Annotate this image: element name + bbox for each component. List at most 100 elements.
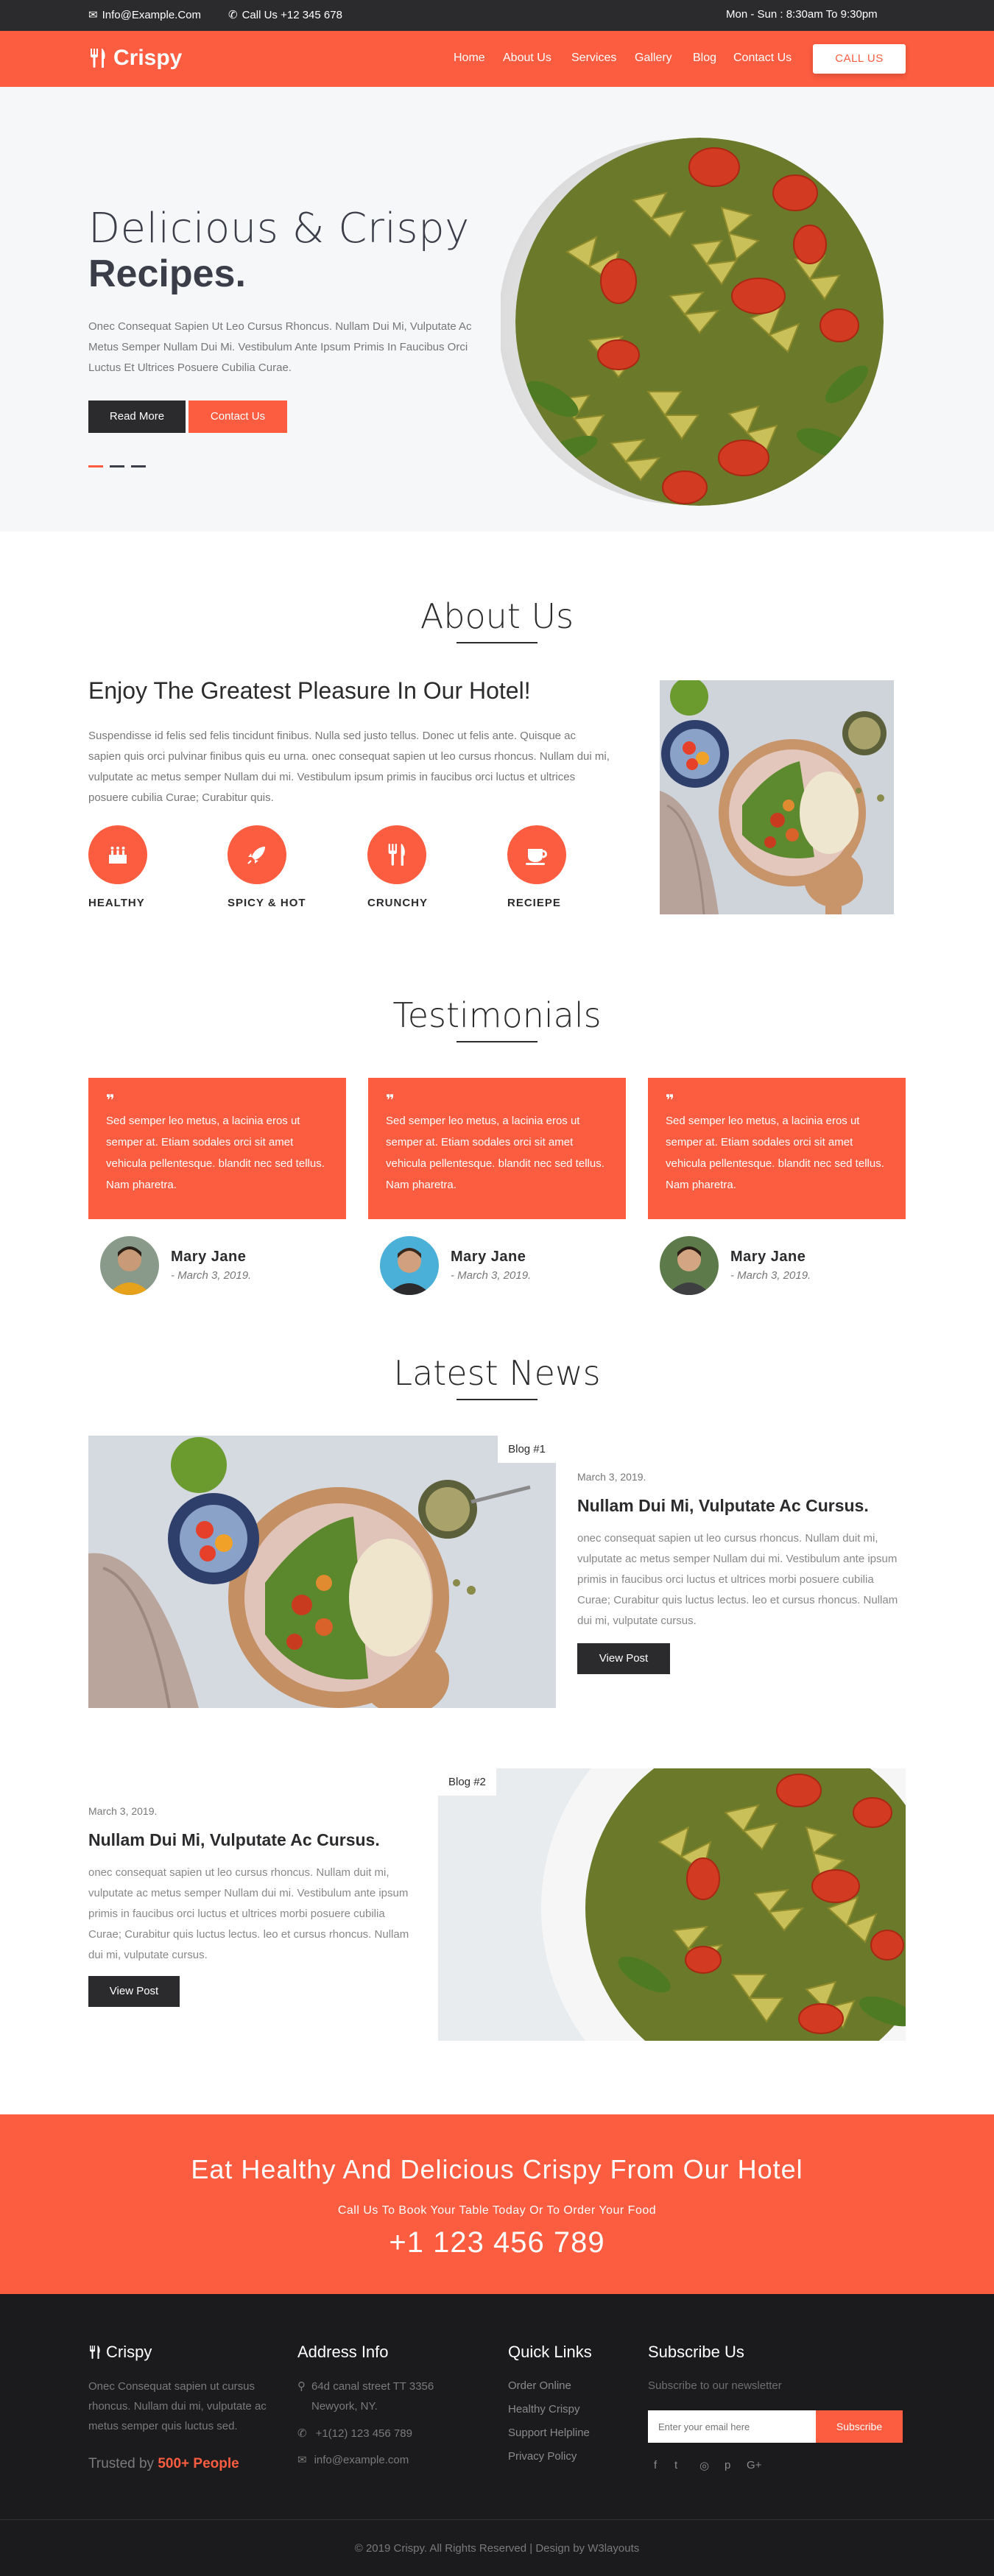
post-date: March 3, 2019. <box>88 1805 158 1817</box>
hero-title: Delicious & Crispy <box>88 205 470 253</box>
topbar-hours-text: Mon - Sun : 8:30am To 9:30pm <box>726 8 878 21</box>
post-title[interactable]: Nullam Dui Mi, Vulputate Ac Cursus. <box>577 1496 869 1516</box>
dribbble-icon[interactable]: ◎ <box>699 2459 709 2472</box>
nav-services[interactable]: Services <box>571 52 616 65</box>
topbar-phone[interactable]: ✆ Call Us +12 345 678 <box>228 8 342 22</box>
blog-post-image[interactable]: Blog #2 <box>438 1768 906 2041</box>
hero-title-bold: Recipes. <box>88 253 246 295</box>
testimonial-card: ❞ Sed semper leo metus, a lacinia eros u… <box>368 1078 626 1219</box>
cta-subtitle: Call Us To Book Your Table Today Or To O… <box>337 2204 657 2217</box>
topbar-phone-text: Call Us +12 345 678 <box>242 8 342 21</box>
topbar-hours: Mon - Sun : 8:30am To 9:30pm <box>726 8 878 21</box>
facebook-icon[interactable]: f <box>654 2459 657 2471</box>
testimonials-title-underline <box>457 1041 537 1042</box>
blog-post-image[interactable]: Blog #1 <box>88 1436 556 1708</box>
slider-dot[interactable] <box>110 465 124 467</box>
address-item: ⚲ 64d canal street TT 3356 Newyork, NY. <box>297 2376 474 2416</box>
address-text: 64d canal street TT 3356 Newyork, NY. <box>311 2380 434 2413</box>
hero-contact-button[interactable]: Contact Us <box>188 400 287 433</box>
phone-icon: ✆ <box>297 2427 307 2440</box>
testimonial-name: Mary Jane <box>451 1249 526 1265</box>
copyright-text: © 2019 Crispy. All Rights Reserved | Des… <box>354 2542 640 2555</box>
about-description: Suspendisse id felis sed felis tincidunt… <box>88 730 610 804</box>
testimonial-card: ❞ Sed semper leo metus, a lacinia eros u… <box>88 1078 346 1219</box>
slider-dot-active[interactable] <box>88 465 103 467</box>
post-date: March 3, 2019. <box>577 1471 646 1483</box>
envelope-icon: ✉ <box>88 9 98 21</box>
footer-logo[interactable]: Crispy <box>88 2343 152 2362</box>
feature-spicy-label: SPICY & HOT <box>228 897 306 909</box>
nav-gallery[interactable]: Gallery <box>635 52 672 65</box>
quote-icon: ❞ <box>106 1093 115 1109</box>
about-title-underline <box>457 642 537 643</box>
newsletter-email-input[interactable] <box>648 2410 816 2443</box>
testimonial-date: - March 3, 2019. <box>451 1269 532 1282</box>
about-subtitle: Enjoy The Greatest Pleasure In Our Hotel… <box>88 677 531 704</box>
envelope-icon: ✉ <box>297 2454 307 2466</box>
main-navigation: Crispy Home About Us Services Gallery Bl… <box>0 31 994 87</box>
phone-icon: ✆ <box>228 9 238 21</box>
subscribe-button[interactable]: Subscribe <box>816 2410 903 2443</box>
hero-description: Onec Consequat Sapien Ut Leo Cursus Rhon… <box>88 320 472 374</box>
news-section-title: Latest News <box>393 1353 601 1393</box>
pinterest-icon[interactable]: p <box>725 2459 730 2471</box>
nav-contact-us[interactable]: Contact Us <box>733 52 792 65</box>
topbar-email[interactable]: ✉ Info@Example.Com <box>88 8 202 22</box>
trusted-count: 500+ People <box>158 2456 239 2471</box>
testimonial-quote: Sed semper leo metus, a lacinia eros ut … <box>666 1115 884 1191</box>
testimonial-name: Mary Jane <box>730 1249 806 1265</box>
google-plus-icon[interactable]: G+ <box>747 2459 761 2471</box>
post-excerpt: onec consequat sapien ut leo cursus rhon… <box>88 1866 409 1961</box>
healthy-icon <box>88 825 147 884</box>
testimonials-section-title: Testimonials <box>392 995 602 1035</box>
news-title-underline <box>457 1399 537 1400</box>
read-more-button[interactable]: Read More <box>88 400 186 433</box>
footer-email[interactable]: ✉ info@example.com <box>297 2450 409 2470</box>
post-excerpt: onec consequat sapien ut leo cursus rhon… <box>577 1532 898 1627</box>
pasta-bowl-image <box>501 138 884 506</box>
topbar-email-text: Info@Example.Com <box>102 8 202 21</box>
top-bar: ✉ Info@Example.Com ✆ Call Us +12 345 678… <box>0 0 994 31</box>
post-title[interactable]: Nullam Dui Mi, Vulputate Ac Cursus. <box>88 1830 380 1850</box>
nav-home[interactable]: Home <box>454 52 485 65</box>
footer-link-support-helpline[interactable]: Support Helpline <box>508 2427 590 2439</box>
quote-icon: ❞ <box>666 1093 674 1109</box>
testimonial-card: ❞ Sed semper leo metus, a lacinia eros u… <box>648 1078 906 1219</box>
footer-email-text: info@example.com <box>314 2454 409 2466</box>
footer-link-order-online[interactable]: Order Online <box>508 2379 571 2392</box>
utensils-icon <box>90 2346 100 2359</box>
trusted-by: Trusted by 500+ People <box>88 2456 239 2472</box>
call-to-action-banner: Eat Healthy And Delicious Crispy From Ou… <box>0 2114 994 2294</box>
subscribe-text: Subscribe to our newsletter <box>648 2379 782 2392</box>
avatar <box>660 1236 719 1295</box>
nav-about-us[interactable]: About Us <box>503 52 551 65</box>
testimonial-quote: Sed semper leo metus, a lacinia eros ut … <box>106 1115 325 1191</box>
utensils-icon <box>367 825 426 884</box>
coffee-cup-icon <box>507 825 566 884</box>
footer-phone-text: +1(12) 123 456 789 <box>315 2427 412 2440</box>
site-logo[interactable]: Crispy <box>88 46 182 71</box>
testimonial-name: Mary Jane <box>171 1249 247 1265</box>
view-post-button[interactable]: View Post <box>88 1976 180 2007</box>
blog-tag: Blog #1 <box>498 1436 556 1463</box>
utensils-icon <box>91 49 105 68</box>
twitter-icon[interactable]: t <box>674 2459 677 2471</box>
nav-blog[interactable]: Blog <box>693 52 716 65</box>
quick-links-title: Quick Links <box>508 2343 592 2361</box>
address-title: Address Info <box>297 2343 389 2361</box>
footer-link-healthy-crispy[interactable]: Healthy Crispy <box>508 2403 580 2416</box>
quote-icon: ❞ <box>386 1093 395 1109</box>
cta-phone[interactable]: +1 123 456 789 <box>0 2226 994 2259</box>
footer-link-privacy-policy[interactable]: Privacy Policy <box>508 2450 577 2463</box>
footer-phone[interactable]: ✆ +1(12) 123 456 789 <box>297 2424 412 2443</box>
feature-reciepe-label: RECIEPE <box>507 897 561 909</box>
salad-board-image <box>660 680 894 914</box>
footer-divider <box>0 2519 994 2520</box>
slider-dot[interactable] <box>131 465 146 467</box>
rocket-icon <box>228 825 286 884</box>
footer-about-text: Onec Consequat sapien ut cursus rhoncus.… <box>88 2380 267 2432</box>
view-post-button[interactable]: View Post <box>577 1643 670 1674</box>
call-us-button[interactable]: CALL US <box>813 44 906 74</box>
hero-section: Delicious & Crispy Recipes. Onec Consequ… <box>0 87 994 532</box>
subscribe-title: Subscribe Us <box>648 2343 744 2361</box>
